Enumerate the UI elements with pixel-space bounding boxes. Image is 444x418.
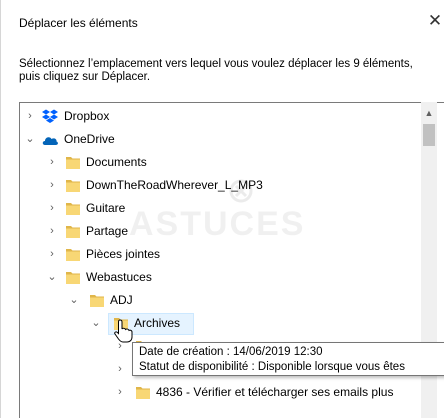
tree-item-label: Pièces jointes bbox=[86, 247, 161, 261]
tree-item-label: ADJ bbox=[110, 293, 133, 307]
tooltip-line: Statut de disponibilité : Disponible lor… bbox=[139, 361, 405, 373]
folder-icon bbox=[66, 179, 80, 192]
tree-item-downtheroad[interactable]: › DownTheRoadWherever_L_MP3 bbox=[20, 174, 420, 197]
tree-item-webastuces[interactable]: ⌄ Webastuces bbox=[20, 266, 420, 289]
chevron-right-icon[interactable]: › bbox=[46, 151, 58, 174]
folder-icon bbox=[66, 248, 80, 261]
chevron-right-icon[interactable]: › bbox=[46, 174, 58, 197]
chevron-right-icon[interactable]: › bbox=[46, 220, 58, 243]
scroll-up-icon[interactable]: ▲ bbox=[421, 106, 437, 120]
tree-item-pieces-jointes[interactable]: › Pièces jointes bbox=[20, 243, 420, 266]
chevron-right-icon[interactable]: › bbox=[46, 243, 58, 266]
close-icon[interactable]: ✕ bbox=[425, 10, 444, 32]
tree-item-guitare[interactable]: › Guitare bbox=[20, 197, 420, 220]
chevron-right-icon[interactable]: › bbox=[46, 197, 58, 220]
chevron-right-icon[interactable]: › bbox=[114, 381, 126, 404]
tree-item-label: Documents bbox=[86, 155, 147, 169]
tree-item-label: Guitare bbox=[86, 201, 126, 215]
tree-item-label: DownTheRoadWherever_L_MP3 bbox=[86, 178, 263, 192]
dropbox-icon bbox=[42, 109, 58, 124]
folder-icon bbox=[66, 271, 80, 284]
folder-icon bbox=[66, 225, 80, 238]
folder-icon bbox=[90, 294, 104, 307]
tree-item-dropbox[interactable]: › Dropbox bbox=[20, 105, 420, 128]
tree-item-adj[interactable]: ⌄ ADJ bbox=[20, 289, 420, 312]
tree-item-label: 4836 - Vérifier et télécharger ses email… bbox=[156, 385, 394, 399]
scrollbar-thumb[interactable] bbox=[423, 124, 435, 146]
tree-item-label: OneDrive bbox=[64, 132, 115, 146]
folder-icon bbox=[66, 156, 80, 169]
tooltip: Date de création : 14/06/2019 12:30 Stat… bbox=[132, 342, 444, 376]
chevron-right-icon[interactable]: › bbox=[114, 358, 126, 381]
chevron-down-icon[interactable]: ⌄ bbox=[46, 266, 58, 289]
dialog-title: Déplacer les éléments bbox=[19, 16, 138, 30]
instructions-text: Sélectionnez l’emplacement vers lequel v… bbox=[19, 58, 413, 83]
folder-icon bbox=[136, 386, 150, 399]
tree-item-archives[interactable]: ⌄ Archives bbox=[20, 312, 420, 335]
move-items-dialog: Déplacer les éléments ✕ Sélectionnez l’e… bbox=[0, 0, 444, 418]
tree-item-label: Webastuces bbox=[86, 270, 152, 284]
folder-icon bbox=[66, 202, 80, 215]
tree-item-label: Archives bbox=[134, 316, 181, 330]
tree-item-onedrive[interactable]: ⌄ OneDrive bbox=[20, 128, 420, 151]
tree-item-partage[interactable]: › Partage bbox=[20, 220, 420, 243]
onedrive-cloud-icon bbox=[42, 135, 58, 145]
chevron-down-icon[interactable]: ⌄ bbox=[90, 312, 102, 335]
chevron-right-icon[interactable]: › bbox=[114, 335, 126, 358]
folder-icon bbox=[114, 317, 128, 330]
tree-item-documents[interactable]: › Documents bbox=[20, 151, 420, 174]
chevron-down-icon[interactable]: ⌄ bbox=[68, 289, 80, 312]
tree-item-label: Partage bbox=[86, 224, 129, 238]
chevron-down-icon[interactable]: ⌄ bbox=[24, 128, 36, 151]
tree-item-4836[interactable]: › 4836 - Vérifier et télécharger ses ema… bbox=[20, 381, 440, 404]
tooltip-line: Date de création : 14/06/2019 12:30 bbox=[139, 346, 323, 358]
chevron-right-icon[interactable]: › bbox=[24, 105, 36, 128]
tree-item-label: Dropbox bbox=[64, 109, 110, 123]
title-bar: Déplacer les éléments ✕ bbox=[1, 0, 444, 46]
